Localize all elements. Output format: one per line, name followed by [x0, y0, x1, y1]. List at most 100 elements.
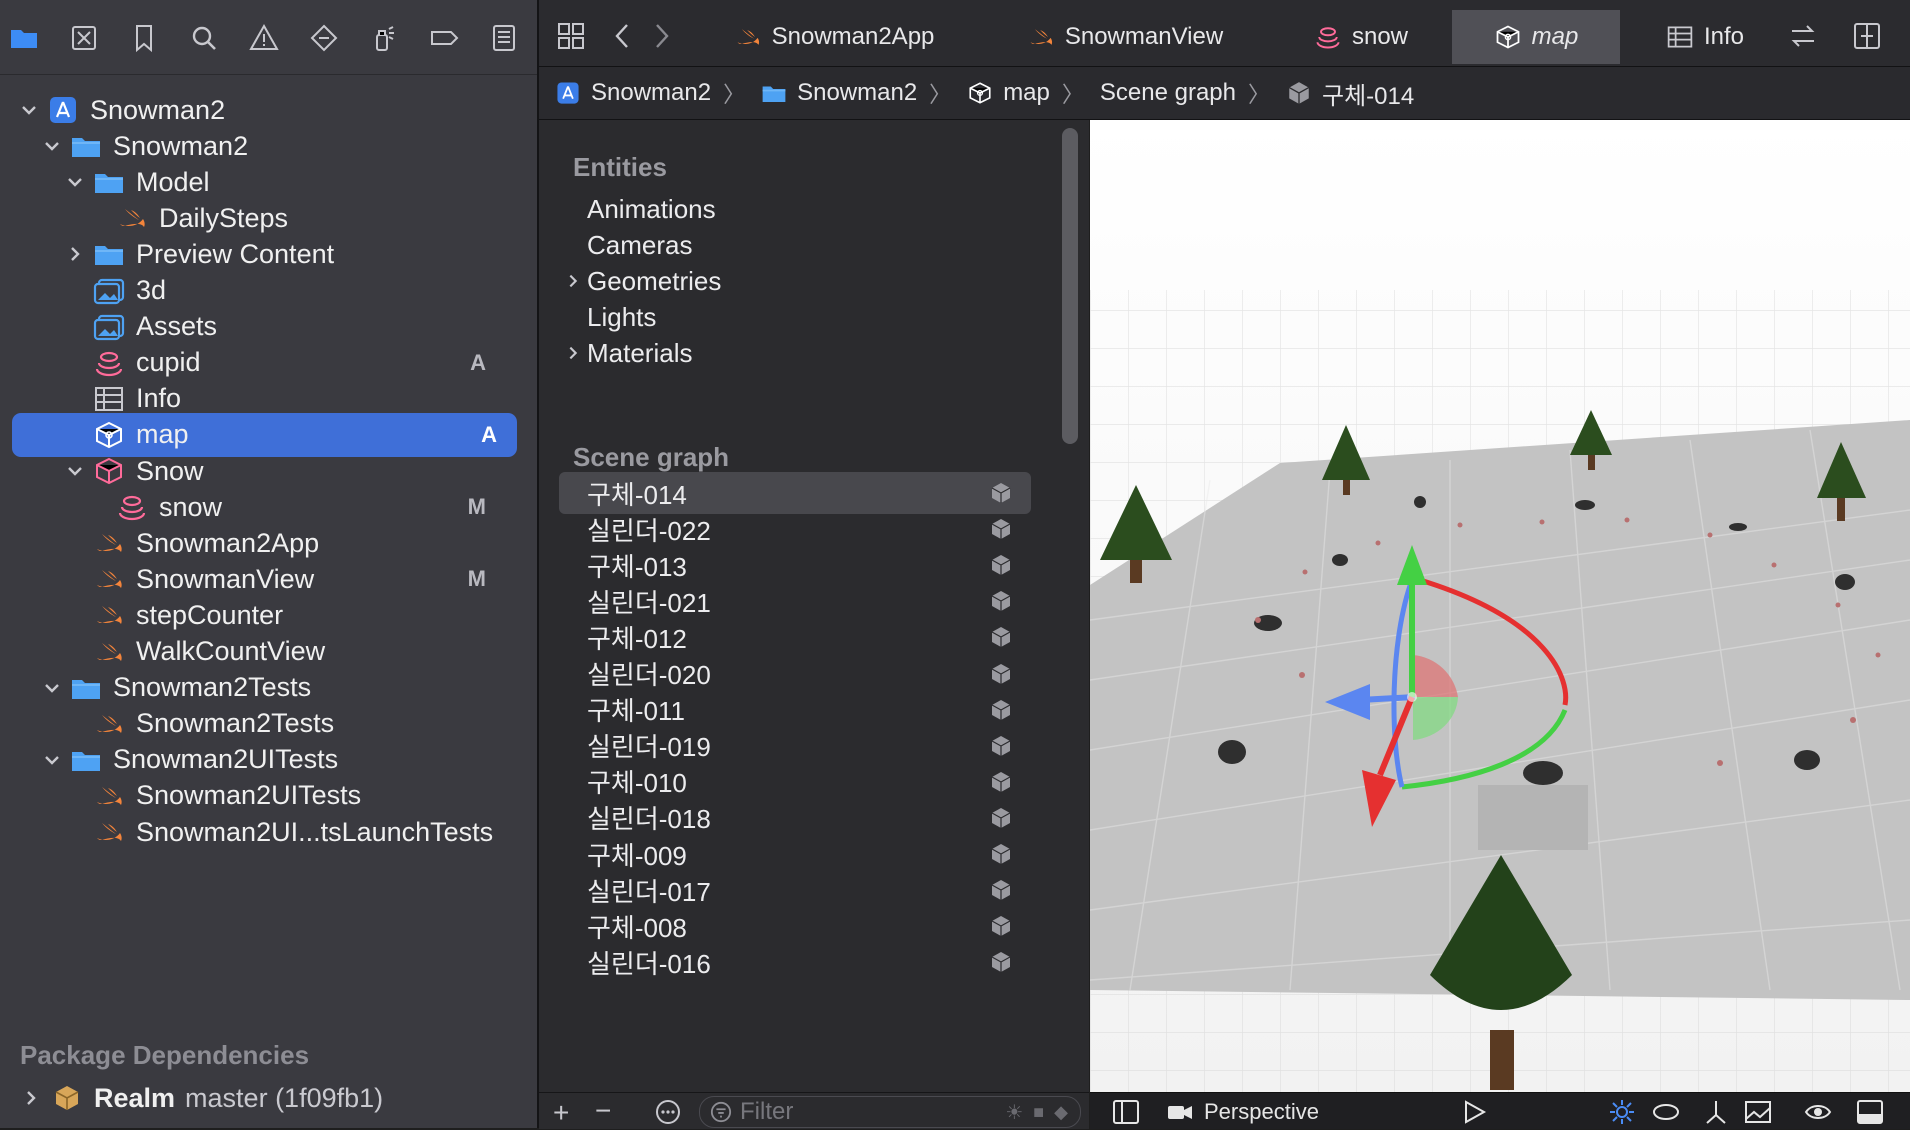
entity-label: Cameras — [587, 229, 693, 260]
file-tree-row[interactable]: Snowman2UI...tsLaunchTests — [0, 810, 500, 854]
node-label: 구체-010 — [587, 768, 687, 799]
chevron-right-icon[interactable] — [64, 245, 86, 263]
scene-cube-icon — [1494, 23, 1522, 51]
file-tree-label: Snowman2App — [136, 527, 320, 558]
issue-warning-icon[interactable] — [244, 18, 284, 58]
source-control-icon[interactable] — [64, 18, 104, 58]
test-diamond-icon[interactable] — [304, 18, 344, 58]
camera-filter-icon[interactable]: ■ — [1033, 1102, 1044, 1123]
swap-arrows-icon[interactable] — [1785, 18, 1821, 54]
reality-file-icon — [1314, 23, 1342, 51]
more-options-icon[interactable] — [655, 1099, 681, 1130]
breakpoint-icon[interactable] — [424, 18, 464, 58]
chevron-down-icon[interactable] — [64, 462, 86, 480]
folder-icon[interactable] — [4, 18, 44, 58]
entity-label: Materials — [587, 337, 693, 368]
file-tree-label: cupid — [136, 347, 201, 378]
source-control-status-badge: A — [481, 421, 497, 447]
swift-icon — [92, 564, 126, 594]
node-cube-icon — [989, 842, 1013, 866]
node-label: 실린더-017 — [587, 876, 711, 907]
tab-snowman2app[interactable]: Snowman2App — [699, 10, 969, 64]
source-control-status-badge: M — [467, 494, 486, 520]
play-icon[interactable] — [1460, 1097, 1488, 1127]
tab-map[interactable]: map — [1452, 10, 1620, 64]
chevron-down-icon[interactable] — [41, 751, 63, 769]
node-label: 구체-012 — [587, 623, 687, 654]
node-label: 구체-011 — [587, 696, 685, 727]
grid-related-items-icon[interactable] — [553, 18, 589, 54]
breadcrumb-item[interactable]: Snowman2 — [555, 79, 711, 107]
orbit-icon[interactable] — [1652, 1097, 1680, 1127]
tab-info[interactable]: Info — [1620, 10, 1790, 64]
swift-icon — [92, 781, 126, 811]
frame-image-icon[interactable] — [1744, 1097, 1772, 1127]
bookmark-icon[interactable] — [124, 18, 164, 58]
node-label: 구체-013 — [587, 551, 687, 582]
lighting-sun-icon[interactable] — [1608, 1097, 1636, 1127]
chevron-down-icon[interactable] — [18, 101, 40, 119]
remove-node-button[interactable]: − — [595, 1095, 611, 1127]
node-cube-icon — [989, 698, 1013, 722]
outline-scrollbar[interactable] — [1062, 128, 1078, 444]
chevron-right-icon[interactable] — [559, 345, 587, 361]
light-filter-icon[interactable]: ☀ — [1005, 1100, 1023, 1125]
axes-icon[interactable] — [1702, 1097, 1730, 1127]
swift-icon — [92, 637, 126, 667]
scene-cube-icon — [967, 80, 993, 106]
scene-folder-icon — [92, 456, 126, 486]
tab-label: Snowman2App — [771, 23, 935, 50]
sidebar-toggle-icon[interactable] — [1112, 1097, 1140, 1127]
forward-chevron-icon[interactable] — [643, 18, 679, 54]
scene-canvas[interactable] — [1090, 120, 1910, 1092]
tab-label: SnowmanView — [1064, 23, 1224, 50]
find-icon[interactable] — [184, 18, 224, 58]
package-icon — [52, 1083, 82, 1113]
breadcrumb-label: Snowman2 — [797, 79, 918, 106]
chevron-down-icon[interactable] — [64, 173, 86, 191]
swift-icon — [92, 528, 126, 558]
source-control-status-badge: M — [467, 566, 486, 592]
chevron-right-icon[interactable] — [559, 273, 587, 289]
package-row-realm[interactable]: Realm master (1f09fb1) — [20, 1078, 383, 1118]
filter-field[interactable]: Filter ☀ ■ ◆ — [699, 1096, 1081, 1128]
tab-label: snow — [1351, 23, 1409, 50]
file-tree-label: DailySteps — [159, 202, 289, 233]
breadcrumb-item[interactable]: map — [967, 79, 1050, 107]
file-tree-label: stepCounter — [136, 599, 284, 630]
file-tree-label: WalkCountView — [136, 636, 326, 666]
folder-icon — [92, 167, 126, 197]
node-label: 구체-009 — [587, 840, 687, 871]
chevron-down-icon[interactable] — [41, 137, 63, 155]
shadow-tile — [1478, 785, 1588, 850]
report-icon[interactable] — [484, 18, 524, 58]
tab-snow[interactable]: snow — [1271, 10, 1451, 64]
node-cube-icon — [989, 806, 1013, 830]
breadcrumb-label: Snowman2 — [591, 79, 712, 106]
file-tree-label: Preview Content — [136, 238, 335, 269]
chevron-down-icon[interactable] — [41, 679, 63, 697]
node-label: 실린더-021 — [587, 587, 711, 618]
back-chevron-icon[interactable] — [605, 18, 641, 54]
file-tree-label: Snowman2UITests — [113, 744, 339, 775]
node-label: 실린더-018 — [587, 804, 711, 835]
cube-filter-icon[interactable]: ◆ — [1054, 1102, 1068, 1123]
breadcrumb-item[interactable]: 구체-014 — [1286, 76, 1414, 111]
inspector-panel-icon[interactable] — [1856, 1097, 1884, 1127]
entity-label: Animations — [587, 193, 716, 224]
breadcrumb-item[interactable]: Snowman2 — [761, 79, 917, 107]
tab-snowmanview[interactable]: SnowmanView — [975, 10, 1275, 64]
xcode-project-icon — [46, 95, 80, 125]
breadcrumb-item[interactable]: Scene graph — [1100, 79, 1236, 107]
debug-spray-icon[interactable] — [364, 18, 404, 58]
add-node-button[interactable]: + — [553, 1097, 569, 1129]
chevron-right-icon[interactable] — [20, 1089, 42, 1107]
scene-graph-node-row[interactable]: 실린더-016 — [559, 941, 1031, 983]
camera-selector[interactable]: Perspective — [1166, 1097, 1319, 1127]
tab-label: Info — [1703, 23, 1745, 50]
camera-label: Perspective — [1204, 1099, 1319, 1124]
visibility-eye-icon[interactable] — [1804, 1097, 1832, 1127]
entity-row[interactable]: Materials — [559, 332, 1039, 374]
scene-viewport[interactable] — [1090, 120, 1910, 1092]
add-editor-icon[interactable] — [1849, 18, 1885, 54]
